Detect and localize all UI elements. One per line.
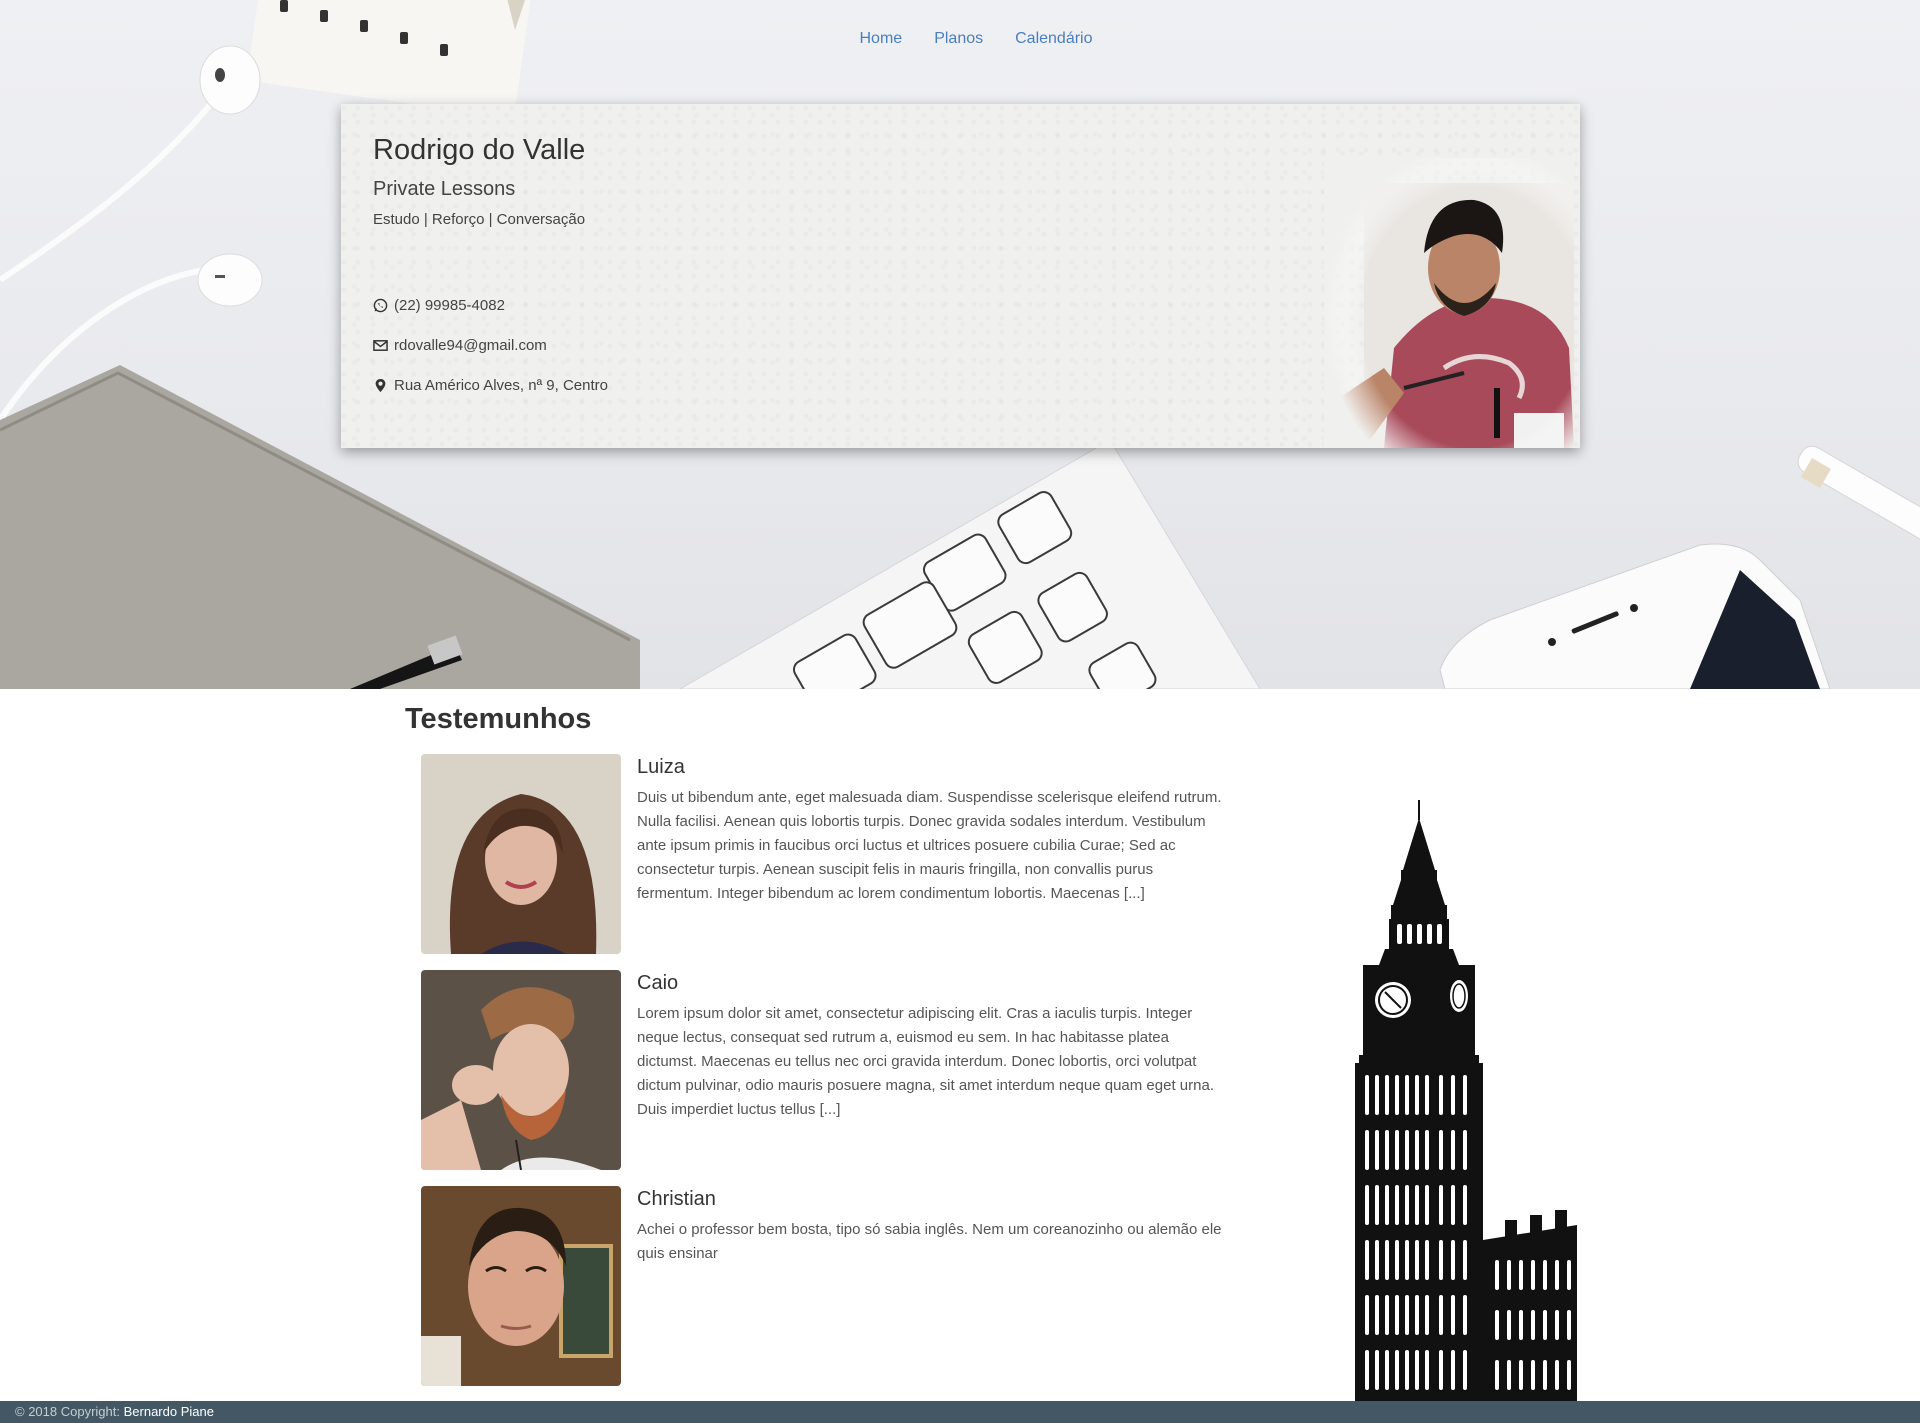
profile-tags: Estudo | Reforço | Conversação — [373, 211, 586, 228]
contact-address: Rua Américo Alves, nª 9, Centro — [373, 377, 608, 394]
hero-banner: Home Planos Calendário Rodrigo do Valle … — [0, 0, 1920, 689]
testimonial-name: Caio — [637, 972, 679, 994]
copyright-text: © 2018 Copyright: — [15, 1404, 120, 1419]
testimonial-name: Luiza — [637, 756, 685, 778]
testimonial-photo-luiza — [421, 754, 621, 954]
contact-phone-text: (22) 99985-4082 — [394, 297, 505, 314]
profile-subtitle: Private Lessons — [373, 178, 516, 200]
testimonial-item: Caio Lorem ipsum dolor sit amet, consect… — [421, 970, 1221, 1170]
contact-email: rdovalle94@gmail.com — [373, 337, 547, 354]
nav-link-planos[interactable]: Planos — [934, 30, 983, 48]
testimonial-text: Achei o professor bem bosta, tipo só sab… — [637, 1221, 1222, 1262]
map-marker-icon — [375, 378, 386, 393]
testimonial-text: Lorem ipsum dolor sit amet, consectetur … — [637, 1005, 1214, 1118]
footer: © 2018 Copyright: Bernardo Piane — [0, 1401, 1920, 1423]
whatsapp-icon — [373, 298, 388, 313]
testimonial-photo-caio — [421, 970, 621, 1170]
testimonial-text: Duis ut bibendum ante, eget malesuada di… — [637, 789, 1222, 902]
contact-email-text: rdovalle94@gmail.com — [394, 337, 547, 354]
avatar — [421, 754, 621, 954]
testimonial-item: Christian Achei o professor bem bosta, t… — [421, 1186, 1222, 1386]
testimonial-photo-christian — [421, 1186, 621, 1386]
profile-name: Rodrigo do Valle — [373, 134, 586, 166]
profile-photo — [1324, 158, 1574, 448]
contact-phone: (22) 99985-4082 — [373, 297, 505, 314]
avatar — [421, 1186, 621, 1386]
testimonial-item: Luiza Duis ut bibendum ante, eget malesu… — [421, 754, 1222, 954]
testimonial-name: Christian — [637, 1188, 716, 1210]
nav-link-calendario[interactable]: Calendário — [1015, 30, 1092, 48]
copyright-author: Bernardo Piane — [123, 1404, 214, 1419]
envelope-icon — [373, 340, 388, 351]
contact-address-text: Rua Américo Alves, nª 9, Centro — [394, 377, 608, 394]
section-title-testimonials: Testemunhos — [405, 703, 592, 735]
big-ben-illustration — [1355, 800, 1577, 1401]
avatar — [421, 970, 621, 1170]
profile-card: Rodrigo do Valle Private Lessons Estudo … — [341, 104, 1580, 448]
nav-link-home[interactable]: Home — [860, 30, 903, 48]
main-nav: Home Planos Calendário — [0, 30, 1920, 48]
